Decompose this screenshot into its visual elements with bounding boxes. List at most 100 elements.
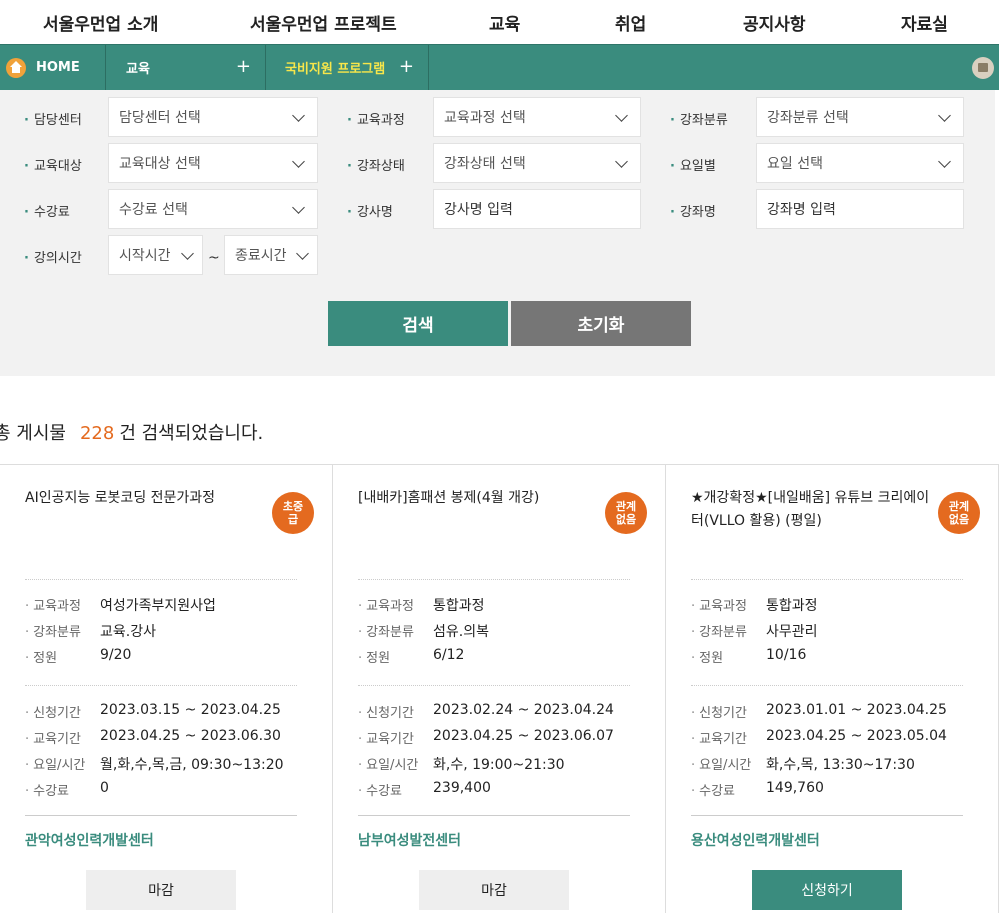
fee-select[interactable]: 수강료 선택	[108, 189, 318, 229]
home-icon	[6, 57, 26, 78]
center-name: 관악여성인력개발센터	[25, 833, 154, 849]
center-name: 용산여성인력개발센터	[691, 833, 820, 849]
info-value: 2023.02.24 ~ 2023.04.24	[433, 702, 614, 718]
info-key: 신청기간	[691, 702, 747, 721]
time-range-separator: ~	[208, 250, 220, 266]
info-key: 강좌분류	[691, 621, 747, 640]
lecture-input-placeholder: 강좌명 입력	[767, 202, 836, 218]
course-title[interactable]: [내배카]홈패션 봉제(4월 개강)	[358, 487, 598, 510]
nav-education[interactable]: 교육	[489, 10, 520, 35]
status-select[interactable]: 강좌상태 선택	[433, 143, 641, 183]
level-badge: 초중급	[272, 492, 314, 534]
info-value: 6/12	[433, 647, 465, 663]
filter-label-day: 요일별	[670, 155, 716, 174]
info-value: 149,760	[766, 780, 824, 796]
info-value: 화,수,목, 13:30~17:30	[766, 757, 915, 773]
filter-label-category: 강좌분류	[670, 109, 728, 128]
top-navigation: 서울우먼업 소개 서울우먼업 프로젝트 교육 취업 공지사항 자료실	[0, 0, 999, 44]
result-count: 총 게시물 228 건 검색되었습니다.	[0, 419, 263, 445]
result-count-number: 228	[79, 423, 115, 444]
instructor-input-placeholder: 강사명 입력	[444, 202, 513, 218]
chevron-down-icon	[938, 155, 951, 168]
end-time-select[interactable]: 종료시간	[224, 235, 318, 275]
center-select-value: 담당센터 선택	[119, 110, 201, 126]
info-key: 강좌분류	[25, 621, 81, 640]
filter-label-center: 담당센터	[24, 109, 82, 128]
info-key: 교육과정	[691, 595, 747, 614]
search-button[interactable]: 검색	[328, 301, 508, 346]
info-value: 2023.03.15 ~ 2023.04.25	[100, 702, 281, 718]
breadcrumb-level2[interactable]: 국비지원 프로그램 +	[266, 45, 429, 90]
divider	[691, 579, 963, 580]
breadcrumb-level1[interactable]: 교육 +	[106, 45, 266, 90]
chevron-down-icon	[938, 109, 951, 122]
course-select[interactable]: 교육과정 선택	[433, 97, 641, 137]
info-key: 교육기간	[691, 728, 747, 747]
start-time-value: 시작시간	[119, 248, 171, 264]
status-select-value: 강좌상태 선택	[444, 156, 526, 172]
info-key: 요일/시간	[358, 754, 418, 773]
divider	[25, 685, 297, 686]
divider	[358, 815, 630, 816]
divider	[358, 685, 630, 686]
day-select[interactable]: 요일 선택	[756, 143, 964, 183]
category-select-value: 강좌분류 선택	[767, 110, 849, 126]
chevron-down-icon	[292, 155, 305, 168]
nav-employment[interactable]: 취업	[615, 10, 646, 35]
nav-resources[interactable]: 자료실	[901, 10, 948, 35]
breadcrumb-home[interactable]: HOME	[0, 45, 106, 90]
course-title[interactable]: AI인공지능 로봇코딩 전문가과정	[25, 487, 265, 510]
info-key: 교육과정	[25, 595, 81, 614]
info-value: 2023.04.25 ~ 2023.05.04	[766, 728, 947, 744]
filter-label-status: 강좌상태	[347, 155, 405, 174]
print-icon[interactable]	[972, 57, 994, 79]
info-key: 수강료	[358, 780, 402, 799]
course-card-list: AI인공지능 로봇코딩 전문가과정 초중급 교육과정 여성가족부지원사업 강좌분류…	[0, 464, 999, 913]
end-time-value: 종료시간	[235, 248, 287, 264]
lecture-input[interactable]: 강좌명 입력	[756, 189, 964, 229]
info-key: 교육기간	[358, 728, 414, 747]
closed-button[interactable]: 마감	[86, 870, 236, 910]
course-card[interactable]: [내배카]홈패션 봉제(4월 개강) 관계없음 교육과정 통합과정 강좌분류 섬유.…	[333, 465, 666, 913]
chevron-down-icon	[615, 109, 628, 122]
category-select[interactable]: 강좌분류 선택	[756, 97, 964, 137]
course-title[interactable]: ★개강확정★[내일배움] 유튜브 크리에이터(VLLO 활용) (평일)	[691, 487, 931, 533]
level-badge: 관계없음	[938, 492, 980, 534]
start-time-select[interactable]: 시작시간	[108, 235, 203, 275]
info-value: 2023.01.01 ~ 2023.04.25	[766, 702, 947, 718]
course-card[interactable]: AI인공지능 로봇코딩 전문가과정 초중급 교육과정 여성가족부지원사업 강좌분류…	[0, 465, 333, 913]
reset-button[interactable]: 초기화	[511, 301, 691, 346]
info-value: 통합과정	[433, 598, 485, 614]
apply-button[interactable]: 신청하기	[752, 870, 902, 910]
chevron-down-icon	[296, 247, 309, 260]
target-select[interactable]: 교육대상 선택	[108, 143, 318, 183]
chevron-down-icon	[181, 247, 194, 260]
filter-label-lecture: 강좌명	[670, 201, 716, 220]
filter-label-fee: 수강료	[24, 201, 70, 220]
info-key: 정원	[691, 647, 723, 666]
info-value: 239,400	[433, 780, 491, 796]
course-card[interactable]: ★개강확정★[내일배움] 유튜브 크리에이터(VLLO 활용) (평일) 관계없…	[666, 465, 999, 913]
info-key: 정원	[25, 647, 57, 666]
result-count-suffix: 건 검색되었습니다.	[119, 423, 264, 444]
instructor-input[interactable]: 강사명 입력	[433, 189, 641, 229]
divider	[691, 815, 963, 816]
nav-notice[interactable]: 공지사항	[743, 10, 806, 35]
info-key: 신청기간	[358, 702, 414, 721]
info-key: 강좌분류	[358, 621, 414, 640]
info-value: 10/16	[766, 647, 807, 663]
nav-about[interactable]: 서울우먼업 소개	[43, 10, 158, 35]
closed-button[interactable]: 마감	[419, 870, 569, 910]
nav-project[interactable]: 서울우먼업 프로젝트	[250, 10, 397, 35]
info-key: 교육기간	[25, 728, 81, 747]
plus-icon: +	[398, 56, 414, 77]
info-key: 수강료	[691, 780, 735, 799]
day-select-value: 요일 선택	[767, 156, 823, 172]
info-value: 2023.04.25 ~ 2023.06.30	[100, 728, 281, 744]
center-select[interactable]: 담당센터 선택	[108, 97, 318, 137]
filter-label-course: 교육과정	[347, 109, 405, 128]
result-count-prefix: 총 게시물	[0, 423, 66, 444]
breadcrumb-bar: HOME 교육 + 국비지원 프로그램 +	[0, 44, 999, 90]
level-badge: 관계없음	[605, 492, 647, 534]
divider	[358, 579, 630, 580]
